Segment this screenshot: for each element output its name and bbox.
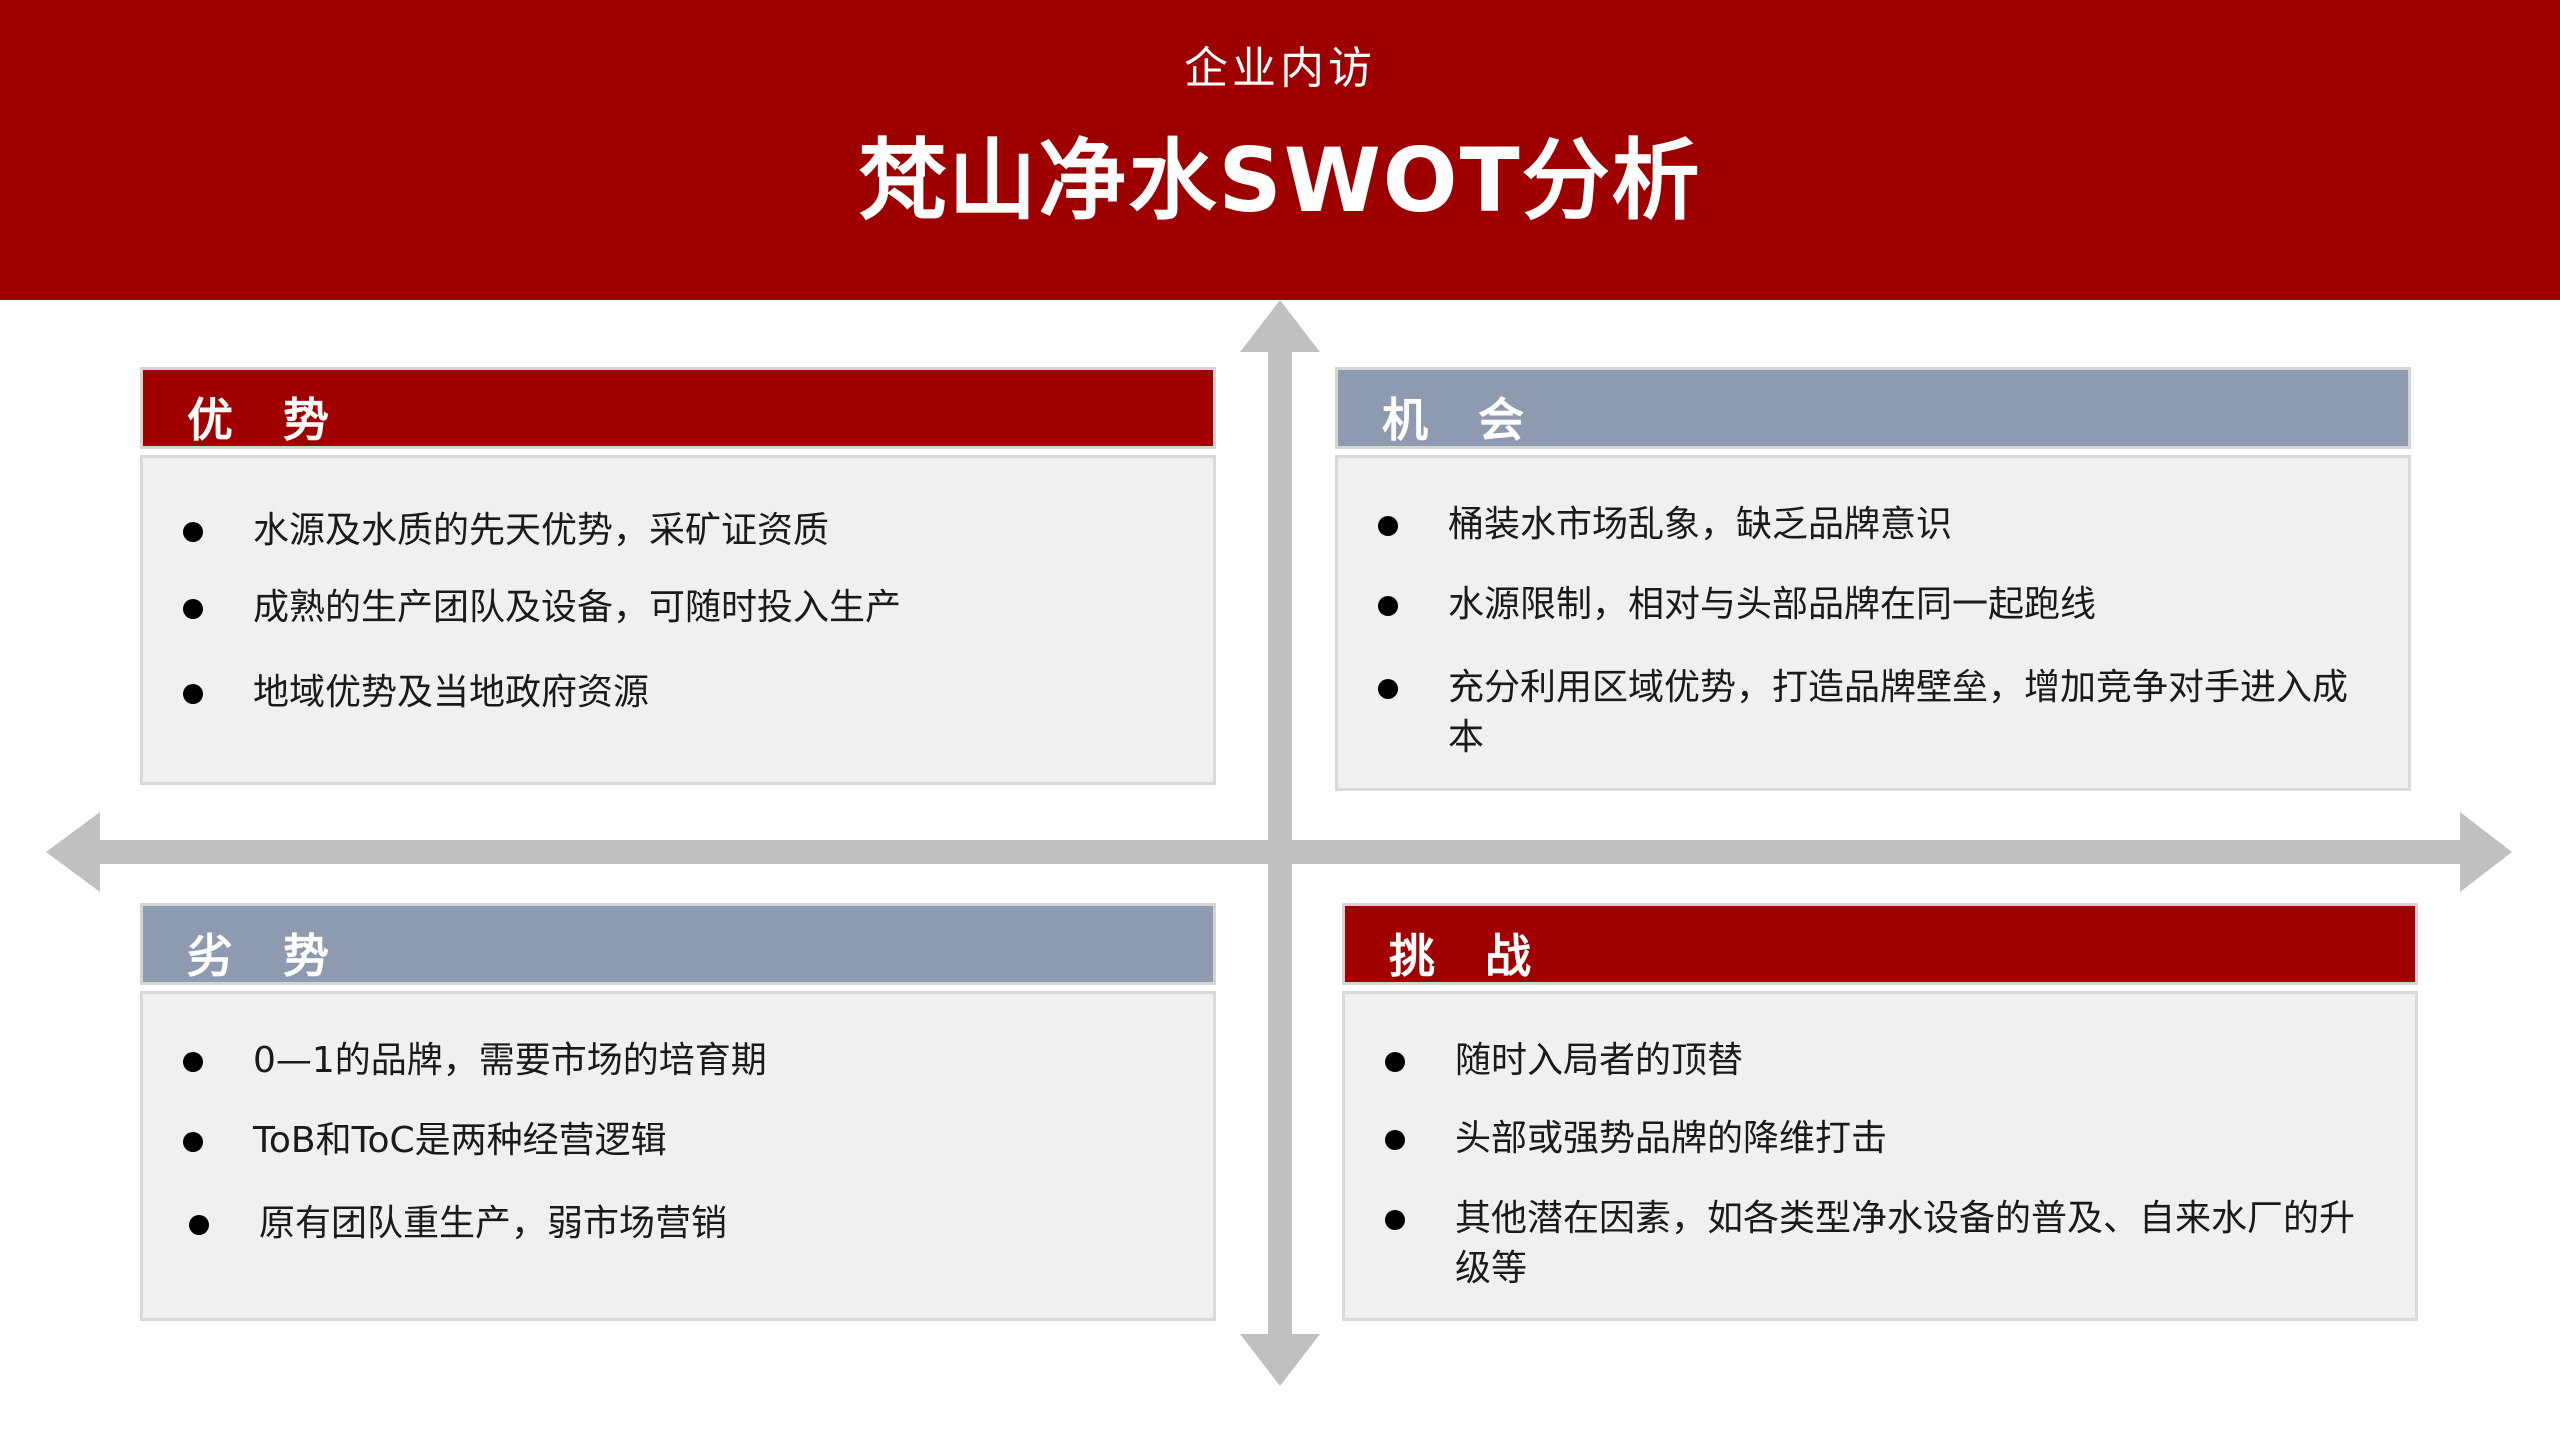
list-item: 其他潜在因素，如各类型净水设备的普及、自来水厂的升级等 (1385, 1194, 2355, 1294)
bullet-icon (189, 1215, 209, 1235)
list-item-text: 其他潜在因素，如各类型净水设备的普及、自来水厂的升级等 (1455, 1198, 2356, 1289)
quadrant-strengths-body: 水源及水质的先天优势，采矿证资质 成熟的生产团队及设备，可随时投入生产 地域优势… (140, 455, 1216, 785)
quadrant-opportunities-body: 桶装水市场乱象，缺乏品牌意识 水源限制，相对与头部品牌在同一起跑线 充分利用区域… (1335, 455, 2411, 791)
quadrant-strengths-header: 优势 (140, 367, 1216, 449)
quadrant-threats: 挑战 随时入局者的顶替 头部或强势品牌的降维打击 其他潜在因素，如各类型净水设备… (1342, 903, 2418, 1321)
quadrant-threats-body: 随时入局者的顶替 头部或强势品牌的降维打击 其他潜在因素，如各类型净水设备的普及… (1342, 991, 2418, 1321)
bullet-icon (183, 1052, 203, 1072)
quadrant-weaknesses-header: 劣势 (140, 903, 1216, 985)
list-item: 成熟的生产团队及设备，可随时投入生产 (183, 583, 1153, 633)
bullet-icon (1378, 596, 1398, 616)
bullet-icon (1385, 1210, 1405, 1230)
list-item-text: 头部或强势品牌的降维打击 (1455, 1118, 1888, 1159)
bullet-icon (1385, 1130, 1405, 1150)
list-item: 水源限制，相对与头部品牌在同一起跑线 (1378, 580, 2348, 630)
list-item: 地域优势及当地政府资源 (183, 668, 1153, 718)
bullet-icon (183, 599, 203, 619)
quadrant-threats-header: 挑战 (1342, 903, 2418, 985)
list-item: 水源及水质的先天优势，采矿证资质 (183, 506, 1153, 556)
quadrant-opportunities-title: 机会 (1382, 393, 1574, 447)
quadrant-opportunities-header: 机会 (1335, 367, 2411, 449)
list-item: 桶装水市场乱象，缺乏品牌意识 (1378, 500, 2348, 550)
quadrant-strengths-title: 优势 (187, 393, 379, 447)
list-item-text: 成熟的生产团队及设备，可随时投入生产 (253, 587, 902, 628)
list-item: 原有团队重生产，弱市场营销 (189, 1199, 1153, 1249)
bullet-icon (1385, 1052, 1405, 1072)
quadrant-opportunities: 机会 桶装水市场乱象，缺乏品牌意识 水源限制，相对与头部品牌在同一起跑线 充分利… (1335, 367, 2411, 791)
list-item: 头部或强势品牌的降维打击 (1385, 1114, 2355, 1164)
list-item-text: 0—1的品牌，需要市场的培育期 (253, 1040, 767, 1081)
list-item-text: 原有团队重生产，弱市场营销 (259, 1203, 728, 1244)
list-item-text: 水源及水质的先天优势，采矿证资质 (253, 510, 830, 551)
list-item-text: 地域优势及当地政府资源 (253, 672, 650, 713)
quadrant-weaknesses: 劣势 0—1的品牌，需要市场的培育期 ToB和ToC是两种经营逻辑 原有团队重生… (140, 903, 1216, 1321)
list-item-text: 随时入局者的顶替 (1455, 1040, 1744, 1081)
list-item-text: ToB和ToC是两种经营逻辑 (253, 1120, 667, 1161)
bullet-icon (183, 1132, 203, 1152)
list-item: 充分利用区域优势，打造品牌壁垒，增加竞争对手进入成本 (1378, 663, 2348, 763)
bullet-icon (183, 684, 203, 704)
list-item: 0—1的品牌，需要市场的培育期 (183, 1036, 1153, 1086)
quadrant-strengths: 优势 水源及水质的先天优势，采矿证资质 成熟的生产团队及设备，可随时投入生产 地… (140, 367, 1216, 785)
bullet-icon (1378, 516, 1398, 536)
list-item-text: 水源限制，相对与头部品牌在同一起跑线 (1448, 584, 2097, 625)
list-item: ToB和ToC是两种经营逻辑 (183, 1116, 1153, 1166)
list-item-text: 桶装水市场乱象，缺乏品牌意识 (1448, 504, 1953, 545)
list-item-text: 充分利用区域优势，打造品牌壁垒，增加竞争对手进入成本 (1448, 667, 2349, 758)
bullet-icon (183, 522, 203, 542)
quadrant-weaknesses-title: 劣势 (187, 929, 379, 983)
swot-slide: 企业内访 梵山净水SWOT分析 优势 水源及水质的先天优势，采矿证资质 成熟的生… (0, 0, 2560, 1440)
bullet-icon (1378, 679, 1398, 699)
quadrant-threats-title: 挑战 (1389, 929, 1581, 983)
quadrant-weaknesses-body: 0—1的品牌，需要市场的培育期 ToB和ToC是两种经营逻辑 原有团队重生产，弱… (140, 991, 1216, 1321)
list-item: 随时入局者的顶替 (1385, 1036, 2355, 1086)
